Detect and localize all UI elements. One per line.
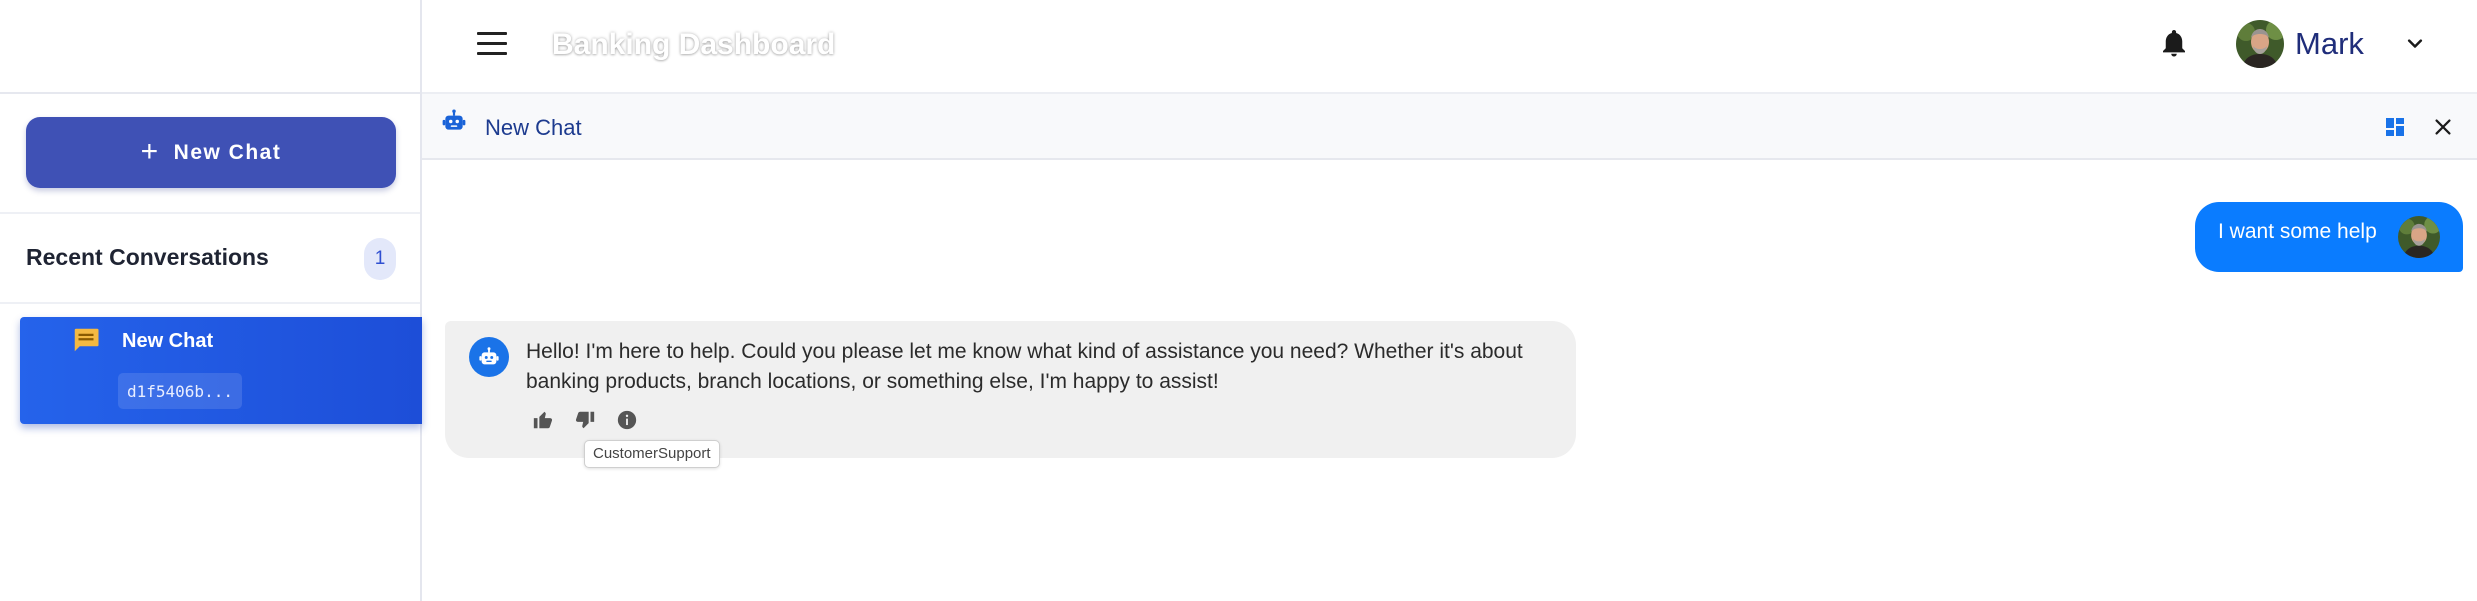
avatar[interactable] (2236, 20, 2284, 68)
avatar (2398, 216, 2440, 258)
bot-message: Hello! I'm here to help. Could you pleas… (445, 321, 1576, 458)
plus-icon: + (140, 134, 160, 168)
bot-message-text: Hello! I'm here to help. Could you pleas… (526, 340, 1523, 393)
sidebar: + New Chat Recent Conversations 1 New Ch… (0, 0, 422, 601)
conversation-item[interactable]: New Chat d1f5406b... (20, 317, 422, 424)
app-title: Banking Dashboard (552, 28, 836, 61)
app: + New Chat Recent Conversations 1 New Ch… (0, 0, 2477, 601)
user-message-text: I want some help (2218, 220, 2377, 243)
chat-bubble-icon (74, 328, 99, 352)
chat-header: New Chat (422, 92, 2477, 160)
bot-icon (479, 347, 499, 365)
recent-conversations-title: Recent Conversations (26, 244, 269, 270)
agent-tooltip: CustomerSupport (584, 440, 720, 468)
conversation-title: New Chat (122, 330, 214, 352)
divider (0, 212, 420, 214)
close-icon[interactable] (2432, 116, 2454, 138)
new-chat-button[interactable]: + New Chat (26, 117, 396, 188)
thumbs-up-icon[interactable] (532, 409, 554, 431)
thumbs-down-icon[interactable] (574, 409, 596, 431)
grid-view-icon[interactable] (2385, 117, 2405, 137)
divider (0, 302, 420, 304)
menu-icon[interactable] (477, 32, 507, 56)
chevron-down-icon[interactable] (2404, 34, 2426, 54)
top-header: Banking Dashboard Mark (422, 0, 2477, 92)
user-name[interactable]: Mark (2295, 26, 2364, 62)
bell-icon[interactable] (2159, 27, 2189, 61)
bot-avatar (469, 337, 509, 377)
conversation-id: d1f5406b... (118, 373, 242, 409)
sidebar-top (0, 0, 420, 94)
info-icon[interactable] (616, 409, 638, 431)
recent-count-badge: 1 (364, 238, 396, 280)
chat-title: New Chat (485, 115, 582, 140)
bot-icon (442, 109, 466, 130)
new-chat-label: New Chat (173, 140, 282, 164)
